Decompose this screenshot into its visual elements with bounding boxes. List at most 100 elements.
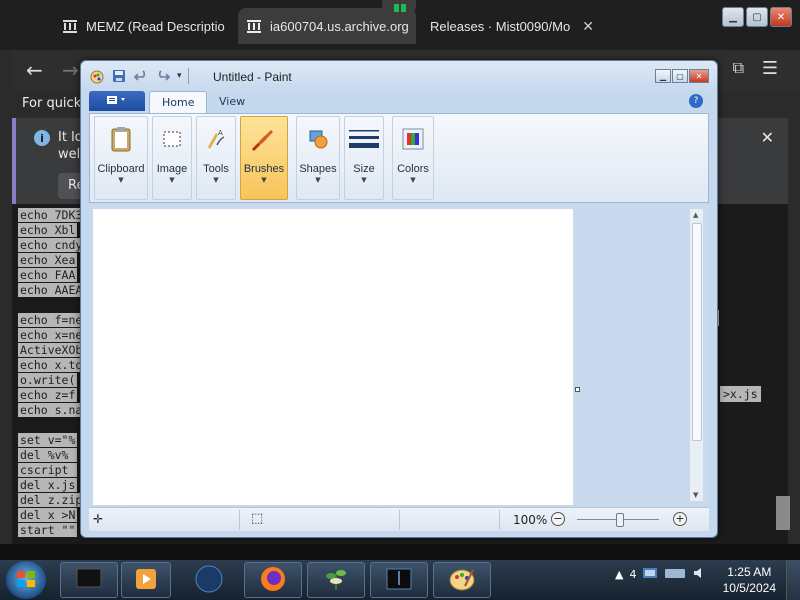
- shapes-icon: [302, 123, 334, 155]
- image-group[interactable]: Image ▼: [152, 116, 192, 200]
- tab-view[interactable]: View: [207, 91, 257, 113]
- taskbar-paint[interactable]: [433, 562, 491, 598]
- taskbar-app-1[interactable]: [60, 562, 118, 598]
- code-line: echo 7DK3: [18, 208, 85, 222]
- taskbar-app-6[interactable]: [370, 562, 428, 598]
- code-line: echo s.na: [18, 403, 85, 417]
- paint-status-bar: ✛ ⬚ 100% − +: [89, 507, 709, 531]
- ribbon-tabs: Home View ?: [89, 91, 709, 113]
- dropdown-caret-icon: ▼: [118, 176, 124, 184]
- tab-releases[interactable]: Releases · Mist0090/Mo ✕: [422, 8, 602, 44]
- code-line: del x >N: [18, 508, 78, 522]
- info-icon: i: [34, 130, 50, 146]
- code-line: echo FAA: [18, 268, 78, 282]
- paint-minimize-button[interactable]: ▁: [655, 69, 671, 83]
- paint-close-button[interactable]: ✕: [689, 69, 709, 83]
- tab-title: MEMZ (Read Descriptio: [86, 18, 225, 34]
- size-icon: [348, 123, 380, 155]
- clipboard-group[interactable]: Clipboard ▼: [94, 116, 148, 200]
- paint-app-icon: [89, 68, 105, 84]
- media-player-icon: [133, 566, 159, 595]
- colors-label: Colors: [397, 163, 429, 175]
- paint-window: ▾ Untitled - Paint ▁ ▢ ✕ Home View ? Cli…: [80, 60, 718, 538]
- menu-icon[interactable]: ☰: [762, 58, 778, 79]
- volume-icon[interactable]: [692, 566, 708, 583]
- dropdown-caret-icon: ▼: [169, 176, 175, 184]
- taskbar: ▲ 4 1:25 AM 10/5/2024: [0, 560, 800, 600]
- colors-group[interactable]: Colors ▼: [392, 116, 434, 200]
- paint-maximize-button[interactable]: ▢: [672, 69, 688, 83]
- code-line: echo Xbl: [18, 223, 78, 237]
- canvas-resize-handle[interactable]: [575, 387, 580, 392]
- paint-file-button[interactable]: [89, 91, 145, 111]
- show-desktop-button[interactable]: [786, 560, 800, 600]
- scroll-down-arrow-icon[interactable]: ▼: [693, 491, 698, 499]
- code-line: echo AAEA: [18, 283, 85, 297]
- zoom-in-button[interactable]: +: [673, 512, 687, 526]
- maximize-button[interactable]: ▢: [746, 7, 768, 27]
- dropdown-caret-icon: ▼: [213, 176, 219, 184]
- code-line: o.write(: [18, 373, 78, 387]
- zoom-out-button[interactable]: −: [551, 512, 565, 526]
- image-select-icon: [156, 123, 188, 155]
- size-group[interactable]: Size ▼: [344, 116, 384, 200]
- help-icon[interactable]: ?: [689, 94, 703, 108]
- forward-arrow-icon[interactable]: →: [62, 58, 79, 82]
- tab-home[interactable]: Home: [149, 91, 208, 113]
- canvas-area: ▲ ▼: [89, 205, 709, 505]
- divider: [499, 510, 500, 530]
- taskbar-clock[interactable]: 1:25 AM 10/5/2024: [723, 564, 776, 596]
- brushes-group[interactable]: Brushes ▼: [240, 116, 288, 200]
- clock-time: 1:25 AM: [727, 565, 772, 579]
- customize-toolbar-icon[interactable]: ▾: [177, 71, 182, 81]
- code-line: ActiveXOb: [18, 343, 85, 357]
- archive-icon: [62, 18, 78, 34]
- page-scrollbar-thumb[interactable]: [776, 496, 790, 530]
- monitor-app-icon: [74, 566, 104, 595]
- code-line: echo x.to: [18, 358, 85, 372]
- close-button[interactable]: ✕: [770, 7, 792, 27]
- network-icon[interactable]: [642, 566, 658, 583]
- ribbon-home: Clipboard ▼ Image ▼ A Tools ▼ Brushes ▼: [89, 113, 709, 203]
- cursor-position-icon: ✛: [93, 512, 104, 526]
- dropdown-caret-icon: ▼: [361, 176, 367, 184]
- close-info-icon[interactable]: ✕: [761, 128, 774, 147]
- save-icon[interactable]: [111, 68, 127, 84]
- code-line: echo cndy: [18, 238, 85, 252]
- minimize-button[interactable]: ▁: [722, 7, 744, 27]
- scrollbar-thumb[interactable]: [692, 223, 702, 441]
- taskbar-app-2[interactable]: [121, 562, 171, 598]
- back-arrow-icon[interactable]: ←: [26, 58, 43, 82]
- taskbar-app-5[interactable]: [307, 562, 365, 598]
- zoom-slider-thumb[interactable]: [615, 513, 624, 527]
- undo-icon[interactable]: [133, 68, 149, 84]
- taskbar-app-3[interactable]: [184, 562, 234, 598]
- code-fragment: >x.js: [720, 386, 761, 402]
- shapes-label: Shapes: [299, 163, 337, 175]
- code-line: cscript: [18, 463, 78, 477]
- extensions-icon[interactable]: ⧉: [733, 58, 744, 78]
- code-line: echo z=f: [18, 388, 78, 402]
- scroll-up-arrow-icon[interactable]: ▲: [693, 211, 698, 219]
- code-line: echo f=ne: [18, 313, 85, 327]
- dropdown-caret-icon: ▼: [261, 176, 267, 184]
- code-line: start "": [18, 523, 78, 537]
- code-line: del z.zip: [18, 493, 85, 507]
- brushes-label: Brushes: [243, 163, 285, 175]
- code-line: echo Xea: [18, 253, 78, 267]
- system-tray: ▲ 4: [615, 566, 708, 583]
- close-tab-icon[interactable]: ✕: [582, 18, 594, 35]
- tray-expand-icon[interactable]: ▲: [615, 568, 623, 581]
- paint-window-title: Untitled - Paint: [213, 70, 292, 84]
- tab-memz[interactable]: MEMZ (Read Descriptio ✕: [54, 8, 232, 44]
- tools-group[interactable]: A Tools ▼: [196, 116, 236, 200]
- drawing-canvas[interactable]: [93, 209, 573, 505]
- redo-icon[interactable]: [155, 68, 171, 84]
- shapes-group[interactable]: Shapes ▼: [296, 116, 340, 200]
- plant-app-icon: [321, 564, 351, 597]
- keyboard-icon[interactable]: [664, 566, 686, 583]
- taskbar-firefox[interactable]: [244, 562, 302, 598]
- start-button[interactable]: [6, 561, 46, 599]
- divider: [239, 510, 240, 530]
- canvas-vertical-scrollbar[interactable]: ▲ ▼: [689, 209, 703, 501]
